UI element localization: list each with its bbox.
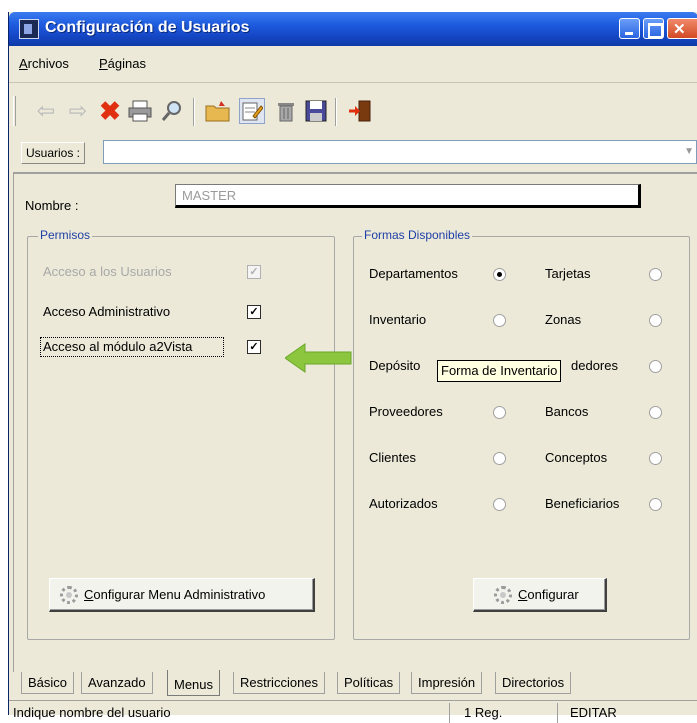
tab-impresion[interactable]: Impresión	[411, 672, 483, 694]
forma-proveedores-radio[interactable]	[493, 406, 506, 419]
tab-avanzado[interactable]: Avanzado	[81, 672, 153, 694]
forma-zonas-radio[interactable]	[649, 314, 662, 327]
exit-icon[interactable]	[347, 98, 373, 124]
menu-paginas-mnemonic: P	[99, 56, 108, 71]
config-usuarios-window: Configuración de Usuarios Archivos Págin…	[8, 12, 697, 723]
tab-menus[interactable]: Menus	[167, 670, 221, 696]
tab-politicas[interactable]: Políticas	[337, 672, 401, 694]
menu-archivos-mnemonic: A	[19, 56, 28, 71]
gear-icon	[60, 585, 78, 604]
formas-title: Formas Disponibles	[362, 228, 473, 242]
menu-divider	[9, 82, 697, 83]
forma-beneficiarios-radio[interactable]	[649, 498, 662, 511]
menu-bar: Archivos Páginas	[9, 54, 697, 76]
configurar-mnemonic: C	[518, 587, 528, 602]
minimize-button[interactable]	[619, 18, 640, 39]
forma-bancos-label: Bancos	[545, 404, 589, 419]
permisos-title: Permisos	[38, 228, 93, 242]
forma-tarjetas-radio[interactable]	[649, 268, 662, 281]
forma-vendedores-radio[interactable]	[649, 360, 662, 373]
usuarios-label: Usuarios :	[21, 142, 86, 164]
configurar-menu-mnemonic: C	[84, 587, 94, 602]
forma-inventario-radio[interactable]	[493, 314, 506, 327]
title-bar[interactable]: Configuración de Usuarios	[9, 12, 697, 46]
forma-bancos-radio[interactable]	[649, 406, 662, 419]
forma-departamentos-radio[interactable]	[493, 268, 506, 281]
nombre-input[interactable]: MASTER	[175, 184, 641, 208]
chevron-down-icon[interactable]: ▼	[684, 146, 694, 157]
configurar-menu-label: onfigurar Menu Administrativo	[93, 587, 266, 602]
back-arrow-icon[interactable]: ⇦	[33, 98, 59, 124]
permiso-acceso-administrativo-checkbox[interactable]: ✓	[247, 305, 261, 319]
forma-conceptos-radio[interactable]	[649, 452, 662, 465]
menu-archivos-label: rchivos	[27, 56, 69, 71]
forma-deposito-label: Depósito	[369, 358, 421, 373]
delete-x-icon[interactable]: ✖	[97, 98, 123, 124]
configurar-menu-administrativo-button[interactable]: Configurar Menu Administrativo	[49, 578, 315, 612]
tab-basico[interactable]: Básico	[21, 672, 75, 694]
tab-restricciones[interactable]: Restricciones	[233, 672, 326, 694]
tab-strip: Básico Avanzado Menus Restricciones Polí…	[21, 670, 697, 696]
tab-directorios[interactable]: Directorios	[495, 672, 572, 694]
usuarios-combobox[interactable]: ▼	[103, 140, 697, 164]
search-icon[interactable]	[159, 98, 185, 124]
forma-conceptos-label: Conceptos	[545, 450, 608, 465]
permiso-acceso-administrativo-label: Acceso Administrativo	[43, 304, 171, 319]
permiso-acceso-usuarios-label: Acceso a los Usuarios	[43, 264, 172, 279]
configurar-button[interactable]: Configurar	[473, 578, 607, 612]
toolbar-grip[interactable]	[13, 96, 16, 126]
forma-inventario-label: Inventario	[369, 312, 427, 327]
save-icon[interactable]	[303, 98, 329, 124]
forma-tarjetas-label: Tarjetas	[545, 266, 591, 281]
status-bar: Indique nombre del usuario 1 Reg. EDITAR	[9, 700, 697, 723]
forma-autorizados-label: Autorizados	[369, 496, 438, 511]
app-icon	[19, 19, 39, 39]
gear-icon	[494, 585, 512, 604]
nombre-label: Nombre :	[25, 198, 79, 213]
forma-clientes-label: Clientes	[369, 450, 416, 465]
configurar-label: onfigurar	[527, 587, 579, 602]
status-hint: Indique nombre del usuario	[13, 705, 171, 720]
permiso-acceso-a2vista-label: Acceso al módulo a2Vista	[43, 339, 193, 354]
toolbar: ⇦ ⇨ ✖	[9, 86, 697, 138]
menu-paginas-label: áginas	[107, 56, 146, 71]
permiso-acceso-a2vista-checkbox[interactable]: ✓	[247, 340, 261, 354]
print-icon[interactable]	[127, 98, 153, 124]
open-folder-icon[interactable]	[205, 98, 231, 124]
forma-departamentos-label: Departamentos	[369, 266, 458, 281]
tooltip: Forma de Inventario	[437, 360, 562, 382]
status-records: 1 Reg.	[449, 703, 553, 723]
forma-beneficiarios-label: Beneficiarios	[545, 496, 620, 511]
forma-zonas-label: Zonas	[545, 312, 582, 327]
status-mode: EDITAR	[557, 703, 697, 723]
trash-icon[interactable]	[273, 98, 299, 124]
forma-clientes-radio[interactable]	[493, 452, 506, 465]
toolbar-separator	[335, 98, 337, 126]
window-title: Configuración de Usuarios	[45, 19, 250, 36]
forward-arrow-icon[interactable]: ⇨	[65, 98, 91, 124]
close-button[interactable]	[667, 18, 697, 39]
green-arrow-icon	[285, 343, 352, 373]
menu-archivos[interactable]: Archivos	[19, 56, 69, 71]
permiso-acceso-usuarios-checkbox: ✓	[247, 265, 261, 279]
forma-proveedores-label: Proveedores	[369, 404, 443, 419]
maximize-button[interactable]	[643, 18, 664, 39]
menu-paginas[interactable]: Páginas	[99, 56, 146, 71]
toolbar-separator	[193, 98, 195, 126]
forma-vendedores-label-partial: dedores	[571, 358, 618, 373]
forma-autorizados-radio[interactable]	[493, 498, 506, 511]
usuarios-row: Usuarios : ▼	[9, 140, 697, 166]
edit-icon[interactable]	[239, 98, 265, 124]
